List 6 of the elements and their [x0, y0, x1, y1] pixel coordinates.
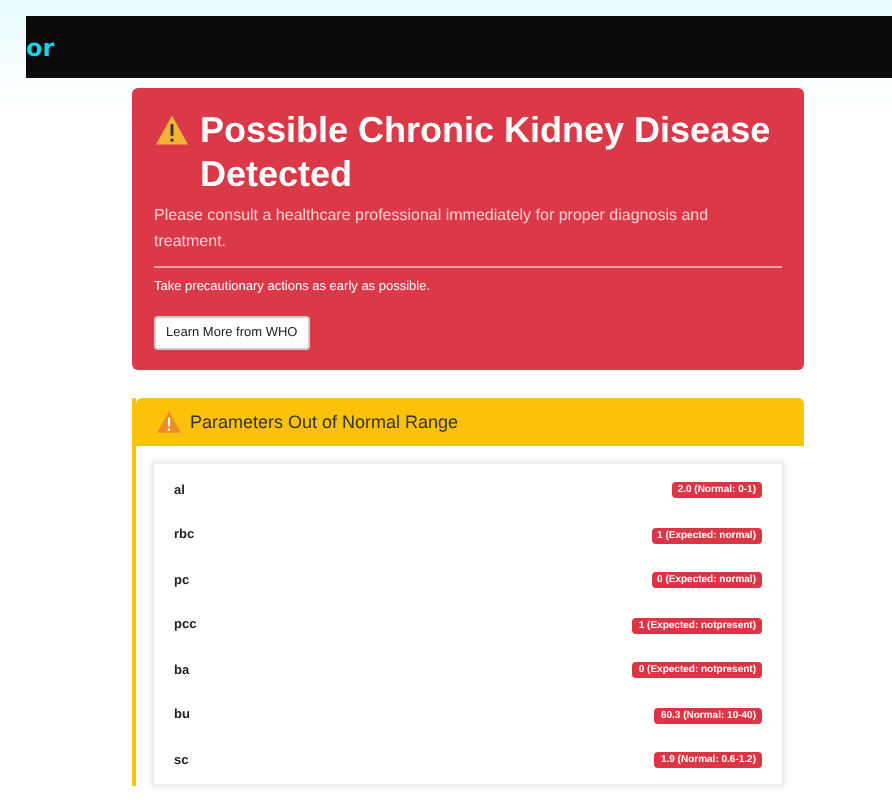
brand-logo[interactable]: or — [26, 33, 55, 61]
card-title: Parameters Out of Normal Range — [190, 412, 459, 432]
alert-message: Please consult a healthcare professional immediately for proper diagnosis and treatment. — [154, 204, 711, 254]
warning-icon — [154, 114, 190, 146]
warning-icon — [156, 410, 182, 434]
alert-title: Possible Chronic Kidney Disease Detected — [200, 108, 773, 196]
